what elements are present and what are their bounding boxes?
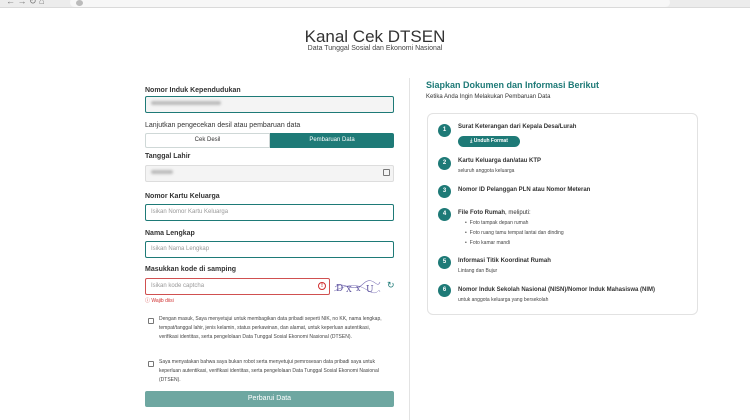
nik-input[interactable] bbox=[145, 96, 394, 113]
tab-pembaruan-data[interactable]: Pembaruan Data bbox=[270, 133, 394, 148]
consent-checkbox-1[interactable] bbox=[148, 318, 154, 324]
consent-text-2: Saya menyatakan bahwa saya bukan robot s… bbox=[159, 359, 379, 383]
step-number: 6 bbox=[438, 284, 451, 297]
step-number: 1 bbox=[438, 124, 451, 137]
site-info-icon[interactable] bbox=[76, 0, 83, 6]
step-desc: Lintang dan Bujur bbox=[458, 268, 498, 274]
photo-item: Foto tampak depan rumah bbox=[465, 220, 529, 226]
step-title: Kartu Keluarga dan/atau KTP bbox=[458, 158, 542, 164]
step-title: Informasi Titik Koordinat Rumah bbox=[458, 258, 551, 264]
refresh-captcha-icon[interactable]: ↻ bbox=[387, 280, 395, 291]
tab-cek-desil[interactable]: Cek Desil bbox=[145, 133, 270, 148]
captcha-error: ⓘ Wajib diisi bbox=[145, 298, 174, 304]
download-icon: ⤓ bbox=[470, 138, 473, 144]
info-title: Siapkan Dokumen dan Informasi Berikut bbox=[426, 80, 600, 90]
captcha-image: D X x U bbox=[333, 280, 381, 295]
kk-label: Nomor Kartu Keluarga bbox=[145, 193, 220, 200]
consent-text-1: Dengan masuk, Saya menyetujui untuk memb… bbox=[159, 316, 382, 340]
alert-icon: ! bbox=[318, 282, 326, 290]
dob-label: Tanggal Lahir bbox=[145, 153, 191, 160]
svg-text:x: x bbox=[356, 284, 361, 293]
page-subtitle: Data Tunggal Sosial dan Ekonomi Nasional bbox=[307, 45, 443, 52]
step-title: Nomor Induk Sekolah Nasional (NISN)/Nomo… bbox=[458, 287, 656, 293]
browser-bar: ← → ↻ ⌂ bbox=[0, 0, 750, 8]
column-divider bbox=[409, 78, 410, 420]
photo-item: Foto ruang tamu tempat lantai dan dindin… bbox=[465, 230, 564, 236]
calendar-icon[interactable] bbox=[383, 169, 390, 176]
mode-label: Lanjutkan pengecekan desil atau pembarua… bbox=[145, 122, 301, 129]
consent-checkbox-2[interactable] bbox=[148, 361, 154, 367]
step-desc: untuk anggota keluarga yang bersekolah bbox=[458, 297, 549, 303]
nik-redacted-value bbox=[151, 101, 221, 106]
dob-redacted-value bbox=[151, 170, 173, 175]
svg-text:X: X bbox=[346, 285, 352, 294]
browser-nav-icons[interactable]: ← → ↻ ⌂ bbox=[6, 0, 44, 7]
captcha-label: Masukkan kode di samping bbox=[145, 266, 237, 273]
nik-label: Nomor Induk Kependudukan bbox=[145, 87, 241, 94]
photo-item: Foto kamar mandi bbox=[465, 240, 510, 246]
name-label: Nama Lengkap bbox=[145, 230, 195, 237]
captcha-input[interactable]: Isikan kode captcha bbox=[145, 278, 330, 295]
step-number: 5 bbox=[438, 256, 451, 269]
step-title: Nomor ID Pelanggan PLN atau Nomor Metera… bbox=[458, 187, 591, 193]
kk-input[interactable]: Isikan Nomor Kartu Keluarga bbox=[145, 204, 394, 221]
name-input[interactable]: Isikan Nama Lengkap bbox=[145, 241, 394, 258]
step-desc: seluruh anggota keluarga bbox=[458, 168, 515, 174]
step-number: 2 bbox=[438, 157, 451, 170]
address-bar[interactable] bbox=[70, 0, 670, 7]
info-subtitle: Ketika Anda Ingin Melakukan Pembaruan Da… bbox=[426, 94, 551, 100]
page-title: Kanal Cek DTSEN bbox=[304, 27, 446, 46]
step-title: Surat Keterangan dari Kepala Desa/Lurah bbox=[458, 124, 577, 130]
svg-text:U: U bbox=[366, 285, 374, 295]
svg-text:D: D bbox=[336, 284, 343, 294]
step-title: File Foto Rumah, meliputi: bbox=[458, 210, 531, 216]
step-number: 3 bbox=[438, 185, 451, 198]
step-number: 4 bbox=[438, 208, 451, 221]
dob-input[interactable] bbox=[145, 165, 394, 182]
download-format-button[interactable]: ⤓ Unduh Format bbox=[458, 136, 520, 147]
submit-button[interactable]: Perbarui Data bbox=[145, 391, 394, 407]
